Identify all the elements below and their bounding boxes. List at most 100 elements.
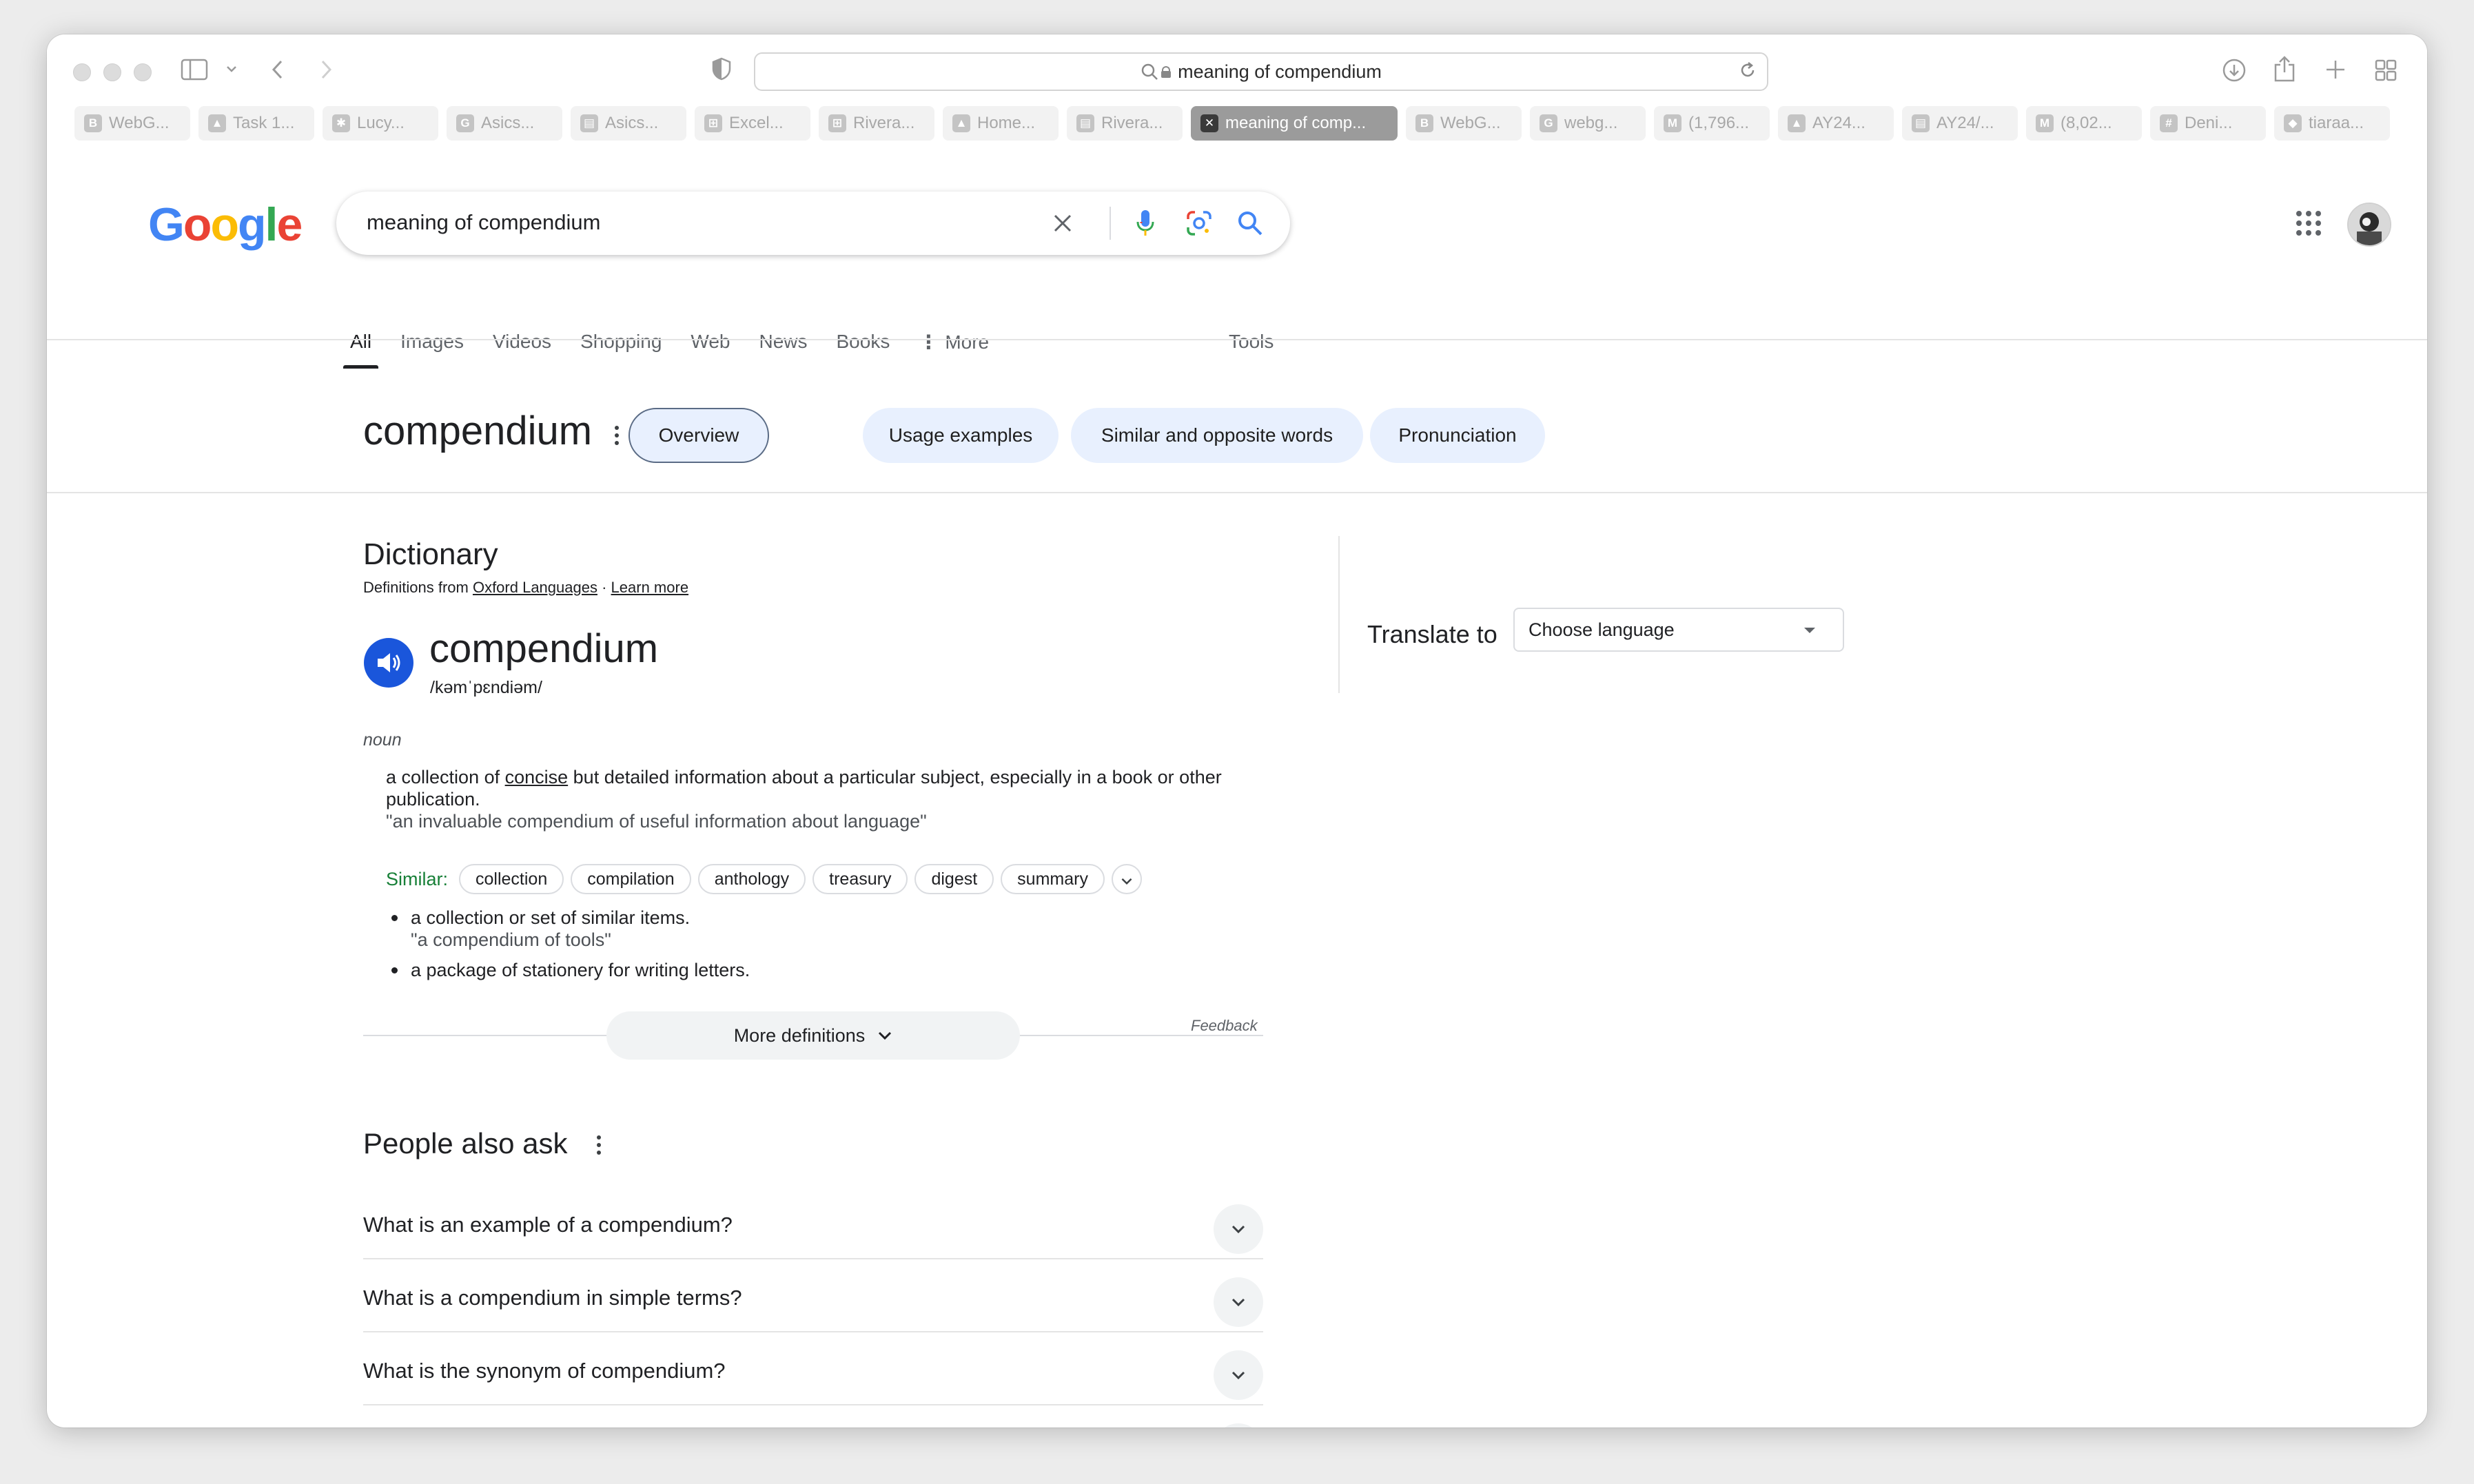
- paa-question[interactable]: What is the synonym of compendium?: [363, 1332, 1263, 1405]
- lock-icon: [1161, 66, 1172, 78]
- sub-definitions: a collection or set of similar items. "a…: [391, 907, 750, 989]
- share-icon[interactable]: [2273, 55, 2296, 83]
- feedback-link[interactable]: Feedback: [1191, 1017, 1258, 1035]
- concise-link[interactable]: concise: [505, 767, 569, 787]
- tab-books[interactable]: Books: [837, 331, 890, 369]
- tools-button[interactable]: Tools: [1229, 331, 1274, 353]
- chip-usage-examples[interactable]: Usage examples: [863, 408, 1059, 463]
- browser-window: meaning of compendium B WebG... ▲ Task 1...…: [47, 34, 2427, 1428]
- search-input[interactable]: [365, 209, 1030, 236]
- chevron-down-icon[interactable]: [1214, 1204, 1263, 1254]
- google-lens-icon[interactable]: [1183, 207, 1216, 240]
- tab-active[interactable]: ✕ meaning of comp...: [1191, 106, 1398, 141]
- definition-1-pre: a collection of: [386, 767, 505, 787]
- logo-letter: G: [148, 198, 185, 251]
- tab[interactable]: M (1,796...: [1654, 106, 1770, 141]
- chevron-down-icon[interactable]: [1214, 1277, 1263, 1327]
- definition-1-example: "an invaluable compendium of useful info…: [386, 811, 927, 832]
- part-of-speech: noun: [363, 730, 402, 750]
- tab[interactable]: ▤ Asics...: [571, 106, 686, 141]
- tab-shopping[interactable]: Shopping: [580, 331, 662, 369]
- clear-search-icon[interactable]: [1046, 207, 1079, 240]
- google-logo[interactable]: Google: [148, 198, 303, 251]
- privacy-shield-icon[interactable]: [711, 56, 732, 81]
- tab[interactable]: ⊞ Excel...: [695, 106, 810, 141]
- logo-letter: o: [183, 198, 212, 251]
- tab-images[interactable]: Images: [400, 331, 464, 369]
- google-apps-icon[interactable]: [2295, 209, 2322, 237]
- tab-label: WebG...: [109, 114, 170, 132]
- tab[interactable]: ▤ AY24/...: [1902, 106, 2018, 141]
- tab[interactable]: # Deni...: [2150, 106, 2266, 141]
- oxford-languages-link[interactable]: Oxford Languages: [473, 579, 597, 596]
- paa-question[interactable]: Does compendium mean collection?: [363, 1405, 1263, 1428]
- tab-favicon-icon: B: [1415, 114, 1433, 132]
- similar-word-chip[interactable]: treasury: [812, 864, 908, 894]
- tab-favicon-icon: ▲: [952, 114, 970, 132]
- paa-question[interactable]: What is an example of a compendium?: [363, 1186, 1263, 1259]
- tab[interactable]: ▲ Home...: [943, 106, 1059, 141]
- logo-letter: o: [210, 198, 239, 251]
- paa-question[interactable]: What is a compendium in simple terms?: [363, 1259, 1263, 1332]
- tab-favicon-icon: ▤: [580, 114, 598, 132]
- tab[interactable]: ⊞ Rivera...: [819, 106, 934, 141]
- chip-pronunciation[interactable]: Pronunciation: [1370, 408, 1545, 463]
- tab-more-label: More: [945, 331, 990, 353]
- similar-word-chip[interactable]: compilation: [571, 864, 691, 894]
- tab-label: webg...: [1564, 114, 1618, 132]
- tab[interactable]: Gwebg...: [1530, 106, 1646, 141]
- tab[interactable]: G Asics...: [447, 106, 562, 141]
- pronunciation-speaker-button[interactable]: [364, 638, 413, 688]
- tab[interactable]: ✱ Lucy...: [323, 106, 438, 141]
- address-bar[interactable]: meaning of compendium: [754, 52, 1768, 91]
- tab[interactable]: M (8,02...: [2026, 106, 2142, 141]
- chip-similar-and-opposite-words[interactable]: Similar and opposite words: [1071, 408, 1363, 463]
- tab-overview-icon[interactable]: [2375, 59, 2397, 81]
- forward-arrow-icon[interactable]: [317, 58, 335, 81]
- speaker-icon: [378, 653, 400, 672]
- microphone-icon[interactable]: [1129, 207, 1162, 240]
- similar-word-chip[interactable]: anthology: [697, 864, 806, 894]
- translate-divider: [1338, 536, 1340, 693]
- sidebar-toggle-icon[interactable]: [181, 58, 208, 81]
- downloads-icon[interactable]: [2222, 58, 2247, 83]
- chevron-down-icon[interactable]: [1214, 1350, 1263, 1400]
- search-submit-icon[interactable]: [1234, 207, 1267, 240]
- tab[interactable]: ▤ Rivera...: [1067, 106, 1183, 141]
- language-select-value: Choose language: [1529, 619, 1675, 640]
- more-options-icon[interactable]: [615, 426, 620, 449]
- tab-web[interactable]: Web: [691, 331, 730, 369]
- search-box[interactable]: [336, 192, 1290, 255]
- tab[interactable]: ◆ tiaraa...: [2274, 106, 2390, 141]
- tab[interactable]: ▲ AY24...: [1778, 106, 1894, 141]
- chevron-down-icon[interactable]: [1214, 1423, 1263, 1428]
- headword: compendium: [429, 626, 659, 671]
- search-divider: [1110, 207, 1111, 240]
- paa-more-options-icon[interactable]: [597, 1135, 602, 1158]
- tab-news[interactable]: News: [759, 331, 807, 369]
- reload-icon[interactable]: [1738, 61, 1757, 80]
- learn-more-link[interactable]: Learn more: [611, 579, 689, 596]
- close-window-button[interactable]: [73, 63, 91, 81]
- chevron-down-icon[interactable]: [225, 62, 238, 76]
- similar-word-chip[interactable]: summary: [1001, 864, 1105, 894]
- tab[interactable]: ▲ Task 1...: [198, 106, 314, 141]
- minimize-window-button[interactable]: [103, 63, 121, 81]
- language-select[interactable]: Choose language: [1513, 608, 1844, 652]
- tab-all[interactable]: All: [343, 331, 379, 369]
- similar-word-chip[interactable]: collection: [459, 864, 564, 894]
- definition-2-example: "a compendium of tools": [411, 929, 611, 950]
- more-definitions-button[interactable]: More definitions: [606, 1011, 1020, 1060]
- back-arrow-icon[interactable]: [269, 58, 287, 81]
- tab[interactable]: B WebG...: [74, 106, 190, 141]
- similar-word-chip[interactable]: digest: [914, 864, 994, 894]
- new-tab-icon[interactable]: [2325, 59, 2346, 80]
- account-avatar[interactable]: [2347, 203, 2391, 247]
- chevron-down-icon: [879, 1031, 892, 1040]
- tab[interactable]: B WebG...: [1406, 106, 1522, 141]
- tab-videos[interactable]: Videos: [493, 331, 551, 369]
- chip-overview[interactable]: Overview: [628, 408, 769, 463]
- zoom-window-button[interactable]: [134, 63, 152, 81]
- expand-similar-button[interactable]: [1111, 864, 1142, 894]
- tab-more[interactable]: ⋮ More: [919, 331, 989, 369]
